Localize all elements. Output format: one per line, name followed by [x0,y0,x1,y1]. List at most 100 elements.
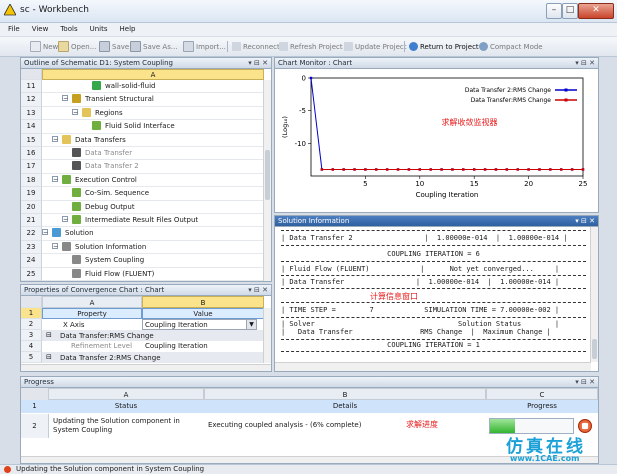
watermark-url: www.1CAE.com [510,454,580,463]
collapse-icon[interactable]: ⊟ [46,331,52,339]
column-header-c: C [486,388,598,400]
update-project-button[interactable]: Update Project [344,41,407,52]
save-button[interactable]: Save [99,41,129,52]
divider [281,230,586,231]
status-error-icon [4,466,11,473]
open-button[interactable]: Open... [58,41,96,52]
tree-item[interactable]: − Solution Information [42,241,264,255]
tree-item[interactable]: − Execution Control [42,174,264,188]
row-number: 24 [21,254,42,268]
group-row[interactable]: ⊟ Data Transfer:RMS Change [42,330,264,341]
x-axis-select[interactable]: Coupling Iteration ▼ [142,319,257,330]
close-button[interactable]: ✕ [578,3,614,19]
collapse-toggle-icon[interactable]: − [42,229,48,236]
tree-item[interactable]: − Solution [42,227,264,241]
collapse-toggle-icon[interactable]: − [52,135,58,142]
tree-node-icon [72,148,81,157]
save-as-button[interactable]: Save As... [130,41,178,52]
progress-details-text: Executing coupled analysis - (6% complet… [208,421,362,429]
collapse-toggle-icon[interactable]: − [62,95,68,102]
legend-marker [564,88,568,92]
solution-hscrollbar[interactable] [275,362,591,371]
value-column-title: Value [142,308,264,319]
progress-status-text: Updating the Solution component in Syste… [53,417,180,434]
series-point [331,168,334,171]
tree-node-icon [72,94,81,104]
dropdown-arrow-icon[interactable]: ▼ [246,320,256,329]
compact-mode-button[interactable]: Compact Mode [479,41,543,52]
tree-item[interactable]: Fluid Solid Interface [42,120,264,134]
row-number: 1 [21,400,49,413]
minimize-button[interactable]: – [546,3,562,19]
legend-entry: Data Transfer:RMS Change [471,97,552,104]
menu-help[interactable]: Help [120,23,136,36]
panel-controls[interactable]: ▾ ⊟ ✕ [575,58,595,68]
panel-controls[interactable]: ▾ ⊟ ✕ [575,216,595,226]
tree-item-label: wall-solid-fluid [105,82,156,90]
tree-item[interactable]: Fluid Flow (FLUENT) [42,268,264,281]
save-as-icon [130,41,141,52]
tree-item[interactable]: − Data Transfers [42,134,264,147]
tree-item[interactable]: Debug Output [42,201,264,214]
tree-item[interactable]: Data Transfer [42,147,264,161]
tree-item-label: System Coupling [85,256,145,265]
collapse-toggle-icon[interactable]: − [52,175,58,182]
outline-header: Outline of Schematic D1: System Coupling… [21,58,271,69]
tree-item[interactable]: System Coupling [42,254,264,268]
tree-node-icon [92,121,101,131]
series-point [483,168,487,171]
tree-item[interactable]: − Regions [42,107,264,121]
property-value: Coupling Iteration [145,342,208,350]
tree-item[interactable]: Co-Sim. Sequence [42,187,264,201]
panel-controls[interactable]: ▾ ⊟ ✕ [248,285,268,295]
stop-square [582,423,588,429]
maximize-button[interactable]: □ [562,3,578,19]
menu-bar: File View Tools Units Help [0,23,617,36]
properties-hscrollbar[interactable] [21,364,271,371]
tree-node-icon [82,107,91,117]
tree-item-label: Intermediate Result Files Output [85,216,199,224]
properties-scrollbar[interactable] [263,308,271,363]
panel-controls[interactable]: ▾ ⊟ ✕ [248,58,268,68]
divider [281,317,586,318]
outline-scrollbar[interactable] [263,80,271,281]
tree-item[interactable]: Data Transfer 2 [42,160,264,174]
series-point [429,168,432,171]
return-to-project-button[interactable]: Return to Project [409,41,479,52]
progress-header: Progress ▾ ⊟ ✕ [21,377,598,388]
collapse-toggle-icon[interactable]: − [72,108,78,115]
tree-item[interactable]: − Intermediate Result Files Output [42,214,264,228]
new-button[interactable]: New [30,41,58,52]
divider [281,351,586,352]
solution-scrollbar[interactable] [590,227,598,362]
new-file-icon [30,41,41,52]
solution-line: | Data Transfer | 1.00000e-014 | 1.00000… [281,278,560,286]
collapse-icon[interactable]: ⊟ [46,353,52,361]
tree-item[interactable]: − Transient Structural [42,93,264,107]
menu-units[interactable]: Units [90,23,108,36]
row-number: 2 [21,319,42,330]
import-button[interactable]: Import... [183,41,226,52]
row-number: 13 [21,106,42,121]
menu-tools[interactable]: Tools [60,23,77,36]
details-column-title: Details [204,400,487,413]
coupling-iteration-line: COUPLING ITERATION = 6 [387,250,480,258]
series-point [396,168,400,171]
tree-item-label: Co-Sim. Sequence [85,189,150,198]
tree-item[interactable]: wall-solid-fluid [42,80,264,94]
menu-file[interactable]: File [8,23,20,36]
collapse-toggle-icon[interactable]: − [62,216,68,223]
tree-item-label: Data Transfers [75,135,126,144]
collapse-toggle-icon[interactable]: − [52,242,58,249]
scroll-thumb[interactable] [592,339,597,359]
scroll-thumb[interactable] [265,150,270,200]
title-bar: sc - Workbench – □ ✕ [0,0,617,23]
refresh-project-button[interactable]: Refresh Project [279,41,343,52]
panel-controls[interactable]: ▾ ⊟ ✕ [575,377,595,387]
solution-line: | Data Transfer RMS Change | Maximum Cha… [281,328,551,336]
series-point [516,168,519,171]
menu-view[interactable]: View [32,23,49,36]
series-point [462,168,465,171]
group-row[interactable]: ⊟ Data Transfer 2:RMS Change [42,352,264,363]
reconnect-button[interactable]: Reconnect [232,41,280,52]
